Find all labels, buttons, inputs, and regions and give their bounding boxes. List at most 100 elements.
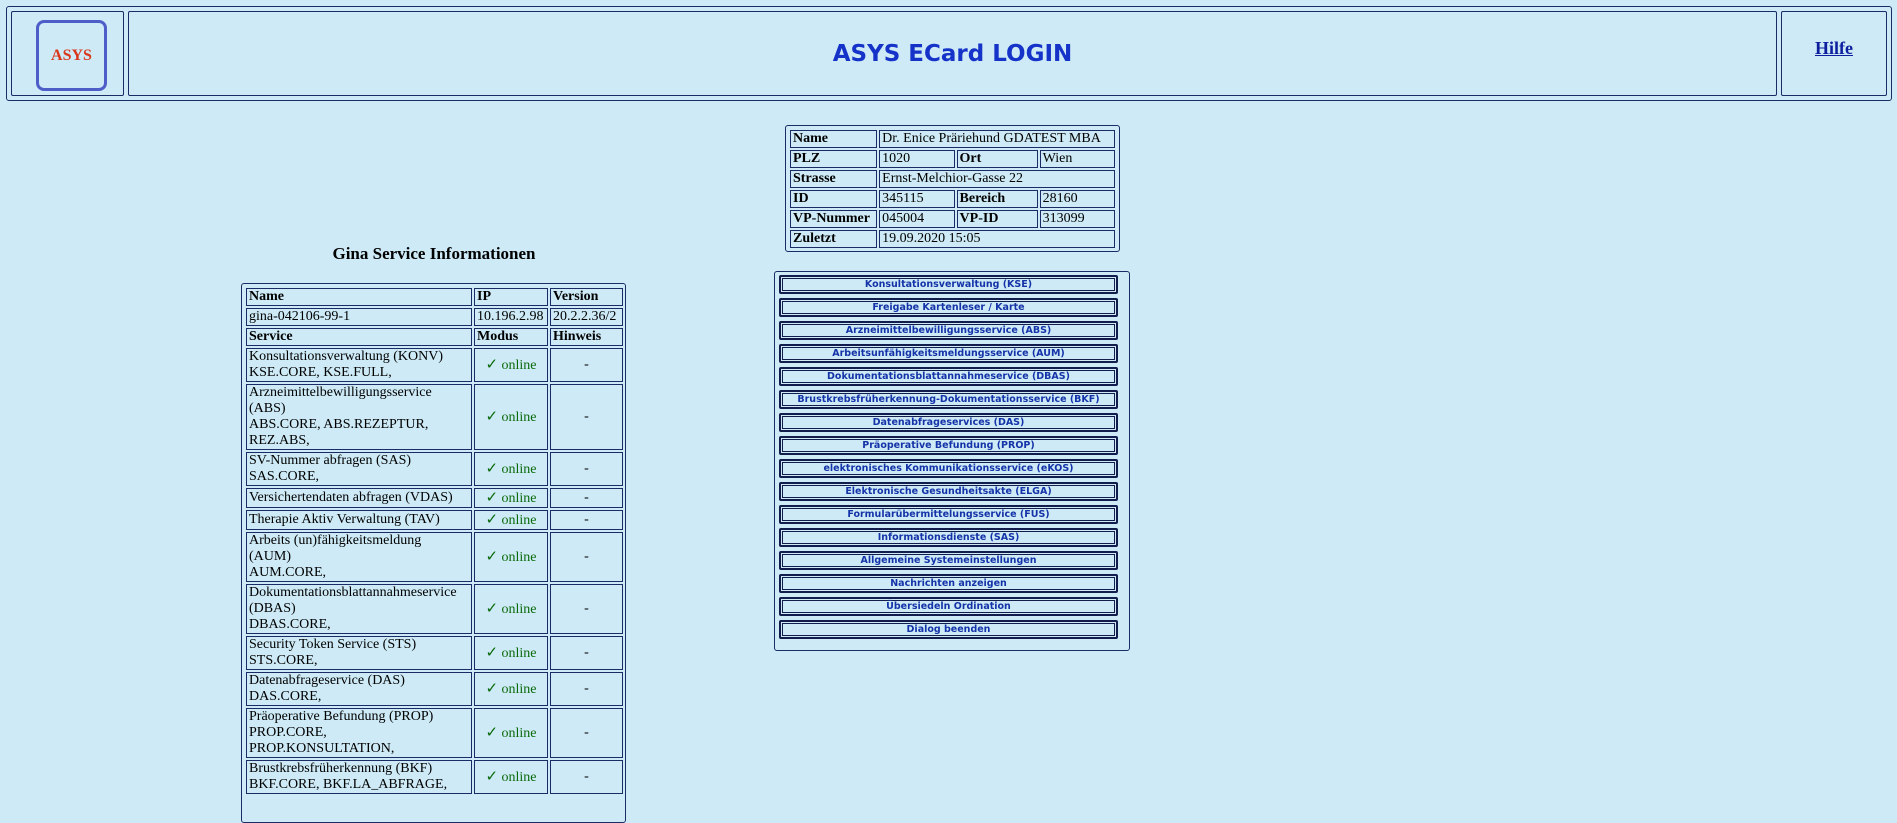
menu-button[interactable]: Nachrichten anzeigen (779, 574, 1118, 593)
modus-text: online (501, 513, 537, 528)
modus-text: online (501, 358, 537, 373)
service-line: AUM.CORE, (249, 565, 327, 580)
service-line: Security Token Service (STS) (249, 637, 417, 652)
check-icon: ✓ (485, 767, 499, 785)
service-line: Versichertendaten abfragen (VDAS) (249, 490, 453, 505)
plz-value: 1020 (879, 150, 955, 168)
service-name: Dokumentationsblattannahmeservice (DBAS) D… (246, 584, 472, 634)
menu-button[interactable]: Dialog beenden (779, 620, 1118, 639)
vp-nummer-value: 045004 (879, 210, 955, 228)
check-icon: ✓ (485, 679, 499, 697)
service-line: ABS.CORE, ABS.REZEPTUR, (249, 417, 429, 432)
bereich-value: 28160 (1039, 190, 1115, 208)
service-modus: ✓ online (474, 488, 548, 508)
service-hinweis: - (550, 672, 623, 706)
header-bar: ASYS ASYS ECard LOGIN Hilfe (6, 6, 1892, 101)
modus-text: online (501, 491, 537, 506)
main-menu: Konsultationsverwaltung (KSE) Freigabe Ka… (774, 271, 1130, 651)
check-icon: ✓ (485, 488, 499, 506)
menu-button[interactable]: Datenabfrageservices (DAS) (779, 413, 1118, 432)
modus-text: online (501, 646, 537, 661)
col-service-header: Service (246, 328, 472, 346)
service-name: Arzneimittelbewilligungsservice (ABS) ABS.… (246, 384, 472, 450)
service-name: Konsultationsverwaltung (KONV) KSE.CORE, … (246, 348, 472, 382)
service-row: Arbeits (un)fähigkeitsmeldung (AUM) AUM.CO… (246, 532, 623, 582)
check-icon: ✓ (485, 599, 499, 617)
modus-text: online (501, 682, 537, 697)
bereich-label: Bereich (956, 190, 1038, 208)
zuletzt-label: Zuletzt (790, 230, 878, 248)
service-name: Arbeits (un)fähigkeitsmeldung (AUM) AUM.CO… (246, 532, 472, 582)
menu-button[interactable]: Präoperative Befundung (PROP) (779, 436, 1118, 455)
modus-text: online (501, 770, 537, 785)
menu-button[interactable]: Informationsdienste (SAS) (779, 528, 1118, 547)
service-line: Dokumentationsblattannahmeservice (249, 585, 457, 600)
service-hinweis: - (550, 584, 623, 634)
service-row: Datenabfrageservice (DAS) DAS.CORE, ✓ onli… (246, 672, 623, 706)
menu-button[interactable]: Übersiedeln Ordination (779, 597, 1118, 616)
gina-version-value: 20.2.2.36/2 (550, 308, 623, 326)
menu-button[interactable]: Dokumentationsblattannahmeservice (DBAS) (779, 367, 1118, 386)
service-line: PROP.KONSULTATION, (249, 741, 395, 756)
service-line: Therapie Aktiv Verwaltung (TAV) (249, 512, 440, 527)
service-row: Brustkrebsfrüherkennung (BKF) BKF.CORE, B… (246, 760, 623, 794)
service-hinweis: - (550, 760, 623, 794)
gina-ip-value: 10.196.2.98 (474, 308, 548, 326)
service-line: (DBAS) (249, 601, 296, 616)
service-name: Therapie Aktiv Verwaltung (TAV) (246, 510, 472, 530)
menu-button[interactable]: Freigabe Kartenleser / Karte (779, 298, 1118, 317)
service-line: REZ.ABS, (249, 433, 310, 448)
menu-button[interactable]: Konsultationsverwaltung (KSE) (779, 275, 1118, 294)
menu-button[interactable]: Formularübermittelungsservice (FUS) (779, 505, 1118, 524)
service-hinweis: - (550, 532, 623, 582)
modus-text: online (501, 550, 537, 565)
check-icon: ✓ (485, 355, 499, 373)
service-name: Security Token Service (STS) STS.CORE, (246, 636, 472, 670)
service-line: DAS.CORE, (249, 689, 322, 704)
service-row: SV-Nummer abfragen (SAS) SAS.CORE, ✓ onlin… (246, 452, 623, 486)
service-modus: ✓ online (474, 760, 548, 794)
service-line: PROP.CORE, (249, 725, 327, 740)
service-modus: ✓ online (474, 384, 548, 450)
menu-button[interactable]: Arzneimittelbewilligungsservice (ABS) (779, 321, 1118, 340)
zuletzt-value: 19.09.2020 15:05 (879, 230, 1115, 248)
service-hinweis: - (550, 452, 623, 486)
check-icon: ✓ (485, 723, 499, 741)
service-modus: ✓ online (474, 584, 548, 634)
service-line: Präoperative Befundung (PROP) (249, 709, 434, 724)
ort-value: Wien (1039, 150, 1115, 168)
service-modus: ✓ online (474, 708, 548, 758)
service-line: (AUM) (249, 549, 291, 564)
service-line: Brustkrebsfrüherkennung (BKF) (249, 761, 433, 776)
id-value: 345115 (879, 190, 955, 208)
asys-logo: ASYS (36, 20, 107, 91)
col-name-header: Name (246, 288, 472, 306)
modus-text: online (501, 726, 537, 741)
service-line: STS.CORE, (249, 653, 318, 668)
menu-button[interactable]: Arbeitsunfähigkeitsmeldungsservice (AUM) (779, 344, 1118, 363)
service-row: Konsultationsverwaltung (KONV) KSE.CORE, … (246, 348, 623, 382)
menu-button[interactable]: Brustkrebsfrüherkennung-Dokumentationsse… (779, 390, 1118, 409)
service-name: Brustkrebsfrüherkennung (BKF) BKF.CORE, B… (246, 760, 472, 794)
menu-button[interactable]: elektronisches Kommunikationsservice (eK… (779, 459, 1118, 478)
menu-button[interactable]: Elektronische Gesundheitsakte (ELGA) (779, 482, 1118, 501)
service-line: DBAS.CORE, (249, 617, 331, 632)
menu-button[interactable]: Allgemeine Systemeinstellungen (779, 551, 1118, 570)
service-line: BKF.CORE, BKF.LA_ABFRAGE, (249, 777, 448, 792)
strasse-value: Ernst-Melchior-Gasse 22 (879, 170, 1115, 188)
service-line: Arzneimittelbewilligungsservice (249, 385, 432, 400)
name-value: Dr. Enice Präriehund GDATEST MBA (879, 130, 1115, 148)
service-hinweis: - (550, 708, 623, 758)
service-modus: ✓ online (474, 672, 548, 706)
service-modus: ✓ online (474, 510, 548, 530)
help-link[interactable]: Hilfe (1782, 38, 1886, 59)
modus-text: online (501, 410, 537, 425)
vp-nummer-label: VP-Nummer (790, 210, 878, 228)
service-hinweis: - (550, 488, 623, 508)
page-title: ASYS ECard LOGIN (832, 40, 1073, 67)
col-ip-header: IP (474, 288, 548, 306)
col-modus-header: Modus (474, 328, 548, 346)
service-line: KSE.CORE, KSE.FULL, (249, 365, 392, 380)
title-cell: ASYS ECard LOGIN (128, 11, 1777, 96)
help-cell: Hilfe (1781, 11, 1887, 96)
